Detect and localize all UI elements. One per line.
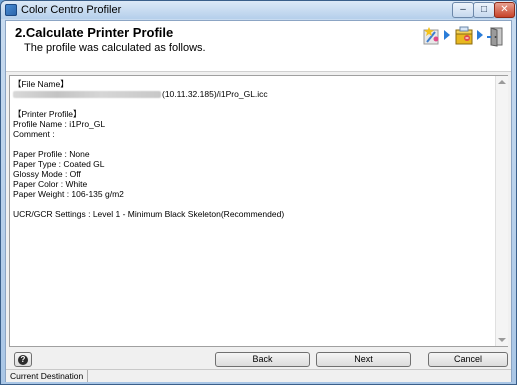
maximize-button[interactable]: □ <box>473 2 495 18</box>
paper-profile: Paper Profile : None <box>13 149 90 159</box>
profile-summary-text: 【File Name】 (10.11.32.185)/i1Pro_GL.icc … <box>13 79 495 343</box>
paper-weight: Paper Weight : 106-135 g/m2 <box>13 189 124 199</box>
step-arrow-icon <box>444 30 450 40</box>
redacted-path <box>13 91 161 99</box>
cancel-button[interactable]: Cancel <box>428 352 508 367</box>
current-destination-label: Current Destination <box>6 370 89 382</box>
printer-profile-heading: 【Printer Profile】 <box>13 109 82 119</box>
page-subtitle: The profile was calculated as follows. <box>24 42 206 54</box>
back-button[interactable]: Back <box>215 352 310 367</box>
door-exit-icon <box>487 27 503 47</box>
file-name-value: (10.11.32.185)/i1Pro_GL.icc <box>162 89 268 99</box>
window-title: Color Centro Profiler <box>21 4 122 16</box>
help-button[interactable]: ? <box>14 352 32 367</box>
file-name-line: (10.11.32.185)/i1Pro_GL.icc <box>13 89 495 99</box>
ucr-gcr-settings: UCR/GCR Settings : Level 1 - Minimum Bla… <box>13 209 285 219</box>
paper-type: Paper Type : Coated GL <box>13 159 105 169</box>
scroll-down-icon[interactable] <box>498 338 506 342</box>
step-arrow-icon <box>477 30 483 40</box>
wizard-progress-icons <box>420 24 506 50</box>
profile-summary-box: 【File Name】 (10.11.32.185)/i1Pro_GL.icc … <box>9 75 508 347</box>
page-title: 2.Calculate Printer Profile <box>15 25 174 40</box>
status-bar: Current Destination <box>6 369 511 382</box>
wizard-header: 2.Calculate Printer Profile The profile … <box>6 21 511 72</box>
scroll-up-icon[interactable] <box>498 80 506 84</box>
wizard-client-area: 2.Calculate Printer Profile The profile … <box>5 20 512 382</box>
minimize-button[interactable]: – <box>452 2 474 18</box>
paper-color: Paper Color : White <box>13 179 88 189</box>
file-name-heading: 【File Name】 <box>13 79 69 89</box>
next-button[interactable]: Next <box>316 352 411 367</box>
profile-name: Profile Name : i1Pro_GL <box>13 119 106 129</box>
sparkle-icon <box>423 27 439 45</box>
title-bar[interactable]: Color Centro Profiler – □ ✕ <box>1 1 516 19</box>
app-window: Color Centro Profiler – □ ✕ 2.Calculate … <box>0 0 517 385</box>
comment: Comment : <box>13 129 55 139</box>
close-button[interactable]: ✕ <box>494 2 515 18</box>
app-icon <box>5 4 17 16</box>
help-icon: ? <box>18 355 28 365</box>
wizard-button-bar: ? Back Next Cancel <box>6 348 511 368</box>
glossy-mode: Glossy Mode : Off <box>13 169 81 179</box>
printer-box-icon <box>455 26 473 45</box>
vertical-scrollbar[interactable] <box>495 76 508 346</box>
